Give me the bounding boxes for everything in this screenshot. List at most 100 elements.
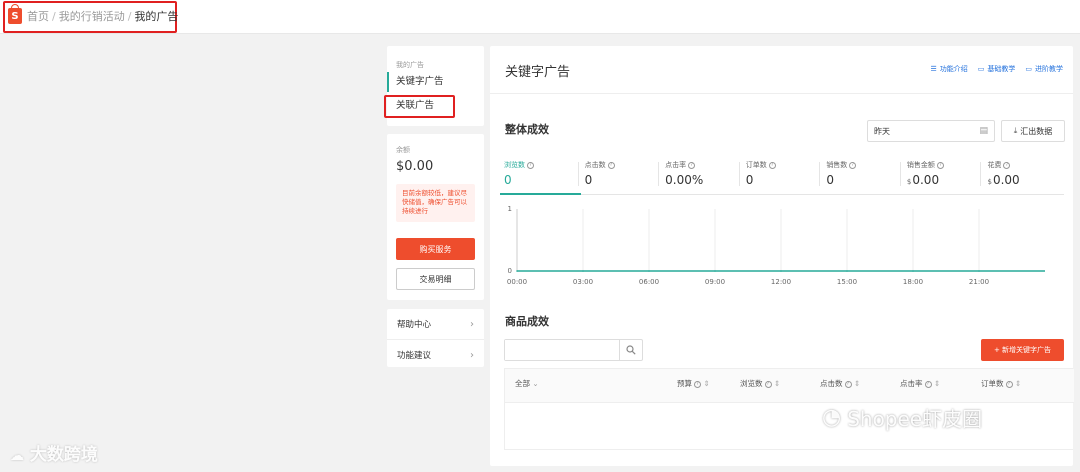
x-tick-label: 15:00 <box>837 278 857 286</box>
balance-amount: $0.00 <box>396 159 434 174</box>
metric-views[interactable]: 浏览数? 0 <box>500 156 581 195</box>
table-header: 全部 ⌄ 预算? ⇕ 浏览数? ⇕ 点击数? ⇕ 点击率? ⇕ 订单数? ⇕ <box>505 369 1074 403</box>
filter-all-dropdown[interactable]: 全部 ⌄ <box>515 378 539 389</box>
advanced-tutorial-link[interactable]: ▭ 进阶教学 <box>1025 64 1063 74</box>
wechat-icon: ◔ <box>822 405 842 430</box>
help-icon: ? <box>688 161 696 169</box>
search-input[interactable] <box>505 340 619 360</box>
x-tick-label: 12:00 <box>771 278 791 286</box>
metric-value: 0.00% <box>665 173 704 187</box>
metric-label: 销售金额 <box>906 161 935 169</box>
help-icon: ? <box>694 380 701 388</box>
data-point <box>516 270 518 272</box>
metric-value: 0 <box>745 173 754 187</box>
crumb-home[interactable]: 首页 <box>27 8 49 24</box>
search-button[interactable] <box>619 340 642 360</box>
shopee-logo-icon[interactable]: S <box>8 4 22 24</box>
metric-sales-amount[interactable]: 销售金额? $0.00 <box>903 156 984 194</box>
balance-card: 余额 $0.00 目前余额较低，建议尽快储值，确保广告可以持续进行 购买服务 交… <box>387 134 484 300</box>
x-tick-label: 00:00 <box>507 278 527 286</box>
data-point <box>714 270 716 272</box>
basic-tutorial-link[interactable]: ▭ 基础教学 <box>978 64 1016 74</box>
help-icon: ? <box>849 161 857 169</box>
help-icon: ? <box>1005 380 1013 388</box>
overall-performance-title: 整体成效 <box>505 123 549 136</box>
top-bar: S 首页 / 我的行销活动 / 我的广告 <box>0 0 1080 34</box>
watermark-logo-icon: ☁ <box>10 448 24 464</box>
metric-value: 0 <box>826 173 834 187</box>
metric-value: 0 <box>504 173 512 187</box>
sort-icon: ⇕ <box>853 379 861 388</box>
currency-symbol: $ <box>987 178 992 186</box>
metric-orders[interactable]: 订单数? 0 <box>742 156 823 194</box>
metric-label: 订单数 <box>745 161 767 169</box>
calendar-icon: ▤ <box>979 126 988 136</box>
column-orders[interactable]: 订单数? ⇕ <box>981 378 1021 389</box>
book-icon: ▭ <box>977 65 985 73</box>
data-point <box>978 270 980 272</box>
help-icon: ? <box>607 161 615 169</box>
feature-intro-link[interactable]: ☰ 功能介绍 <box>930 64 967 74</box>
x-tick-label: 18:00 <box>903 278 923 286</box>
buy-service-button[interactable]: 购买服务 <box>396 238 475 260</box>
crumb-my-ads: 我的广告 <box>134 10 179 23</box>
performance-line-chart: 00:00 03:00 06:00 09:00 12:00 15:00 18:00 21:00… <box>507 205 1045 286</box>
metric-clicks[interactable]: 点击数? 0 <box>581 156 662 194</box>
menu-feature-suggestion[interactable]: 功能建议 › <box>387 340 484 370</box>
crumb-separator: / <box>127 9 132 23</box>
video-icon: ▭ <box>1025 65 1032 73</box>
column-ctr[interactable]: 点击率? ⇕ <box>900 378 940 389</box>
x-tick-label: 09:00 <box>705 278 725 286</box>
help-icon: ? <box>936 161 944 169</box>
watermark-left: ☁ 大数跨境 <box>10 445 98 465</box>
metric-label: 销售数 <box>826 161 848 169</box>
metric-ctr[interactable]: 点击率? 0.00% <box>661 156 742 194</box>
product-search <box>504 339 643 361</box>
sort-icon: ⇕ <box>703 379 710 388</box>
metric-sales[interactable]: 销售数? 0 <box>822 156 903 194</box>
sort-icon: ⇕ <box>933 379 941 388</box>
help-icon: ? <box>764 380 772 388</box>
data-point <box>846 270 848 272</box>
metric-spend[interactable]: 花费? $0.00 <box>983 156 1064 194</box>
date-picker[interactable]: 昨天 ▤ <box>867 120 995 142</box>
data-point <box>582 270 584 272</box>
help-menu: 帮助中心 › 功能建议 › <box>387 309 484 367</box>
search-icon <box>626 345 636 355</box>
column-views[interactable]: 浏览数? ⇕ <box>740 378 780 389</box>
download-icon: ⤓ <box>1013 126 1018 135</box>
help-icon: ? <box>844 380 852 388</box>
help-icon: ? <box>768 161 776 169</box>
metric-label: 点击数 <box>584 161 606 169</box>
main-panel: 关键字广告 ☰ 功能介绍 ▭ 基础教学 ▭ 进阶教学 整体成效 昨天 ▤ ⤓ 汇出数据… <box>490 46 1074 466</box>
help-links: ☰ 功能介绍 ▭ 基础教学 ▭ 进阶教学 <box>930 64 1063 74</box>
product-performance-title: 商品成效 <box>505 315 549 328</box>
chevron-right-icon: › <box>470 349 474 361</box>
crumb-marketing[interactable]: 我的行销活动 <box>59 8 125 24</box>
column-clicks[interactable]: 点击数? ⇕ <box>820 378 860 389</box>
sidebar-item-keyword-ads[interactable]: 关键字广告 <box>387 72 484 92</box>
metrics-row: 浏览数? 0 点击数? 0 点击率? 0.00% 订单数? 0 销售数? 0 销售金额? $… <box>500 156 1064 195</box>
y-tick-label: 0 <box>508 267 512 275</box>
metric-label: 点击率 <box>665 161 687 169</box>
related-ads-highlight <box>384 95 455 118</box>
help-icon: ? <box>924 380 932 388</box>
menu-help-center[interactable]: 帮助中心 › <box>387 309 484 339</box>
sort-icon: ⇕ <box>1014 379 1022 388</box>
feature-suggestion-label: 功能建议 <box>397 351 432 361</box>
help-icon: ? <box>1003 161 1011 169</box>
column-budget[interactable]: 预算? ⇕ <box>677 378 710 389</box>
page-title: 关键字广告 <box>505 65 571 80</box>
list-icon: ☰ <box>930 65 937 73</box>
currency-symbol: $ <box>906 178 912 186</box>
add-keyword-ad-button[interactable]: + 新增关键字广告 <box>981 339 1064 361</box>
export-label: 汇出数据 <box>1020 126 1053 136</box>
export-data-button[interactable]: ⤓ 汇出数据 <box>1001 120 1065 142</box>
sort-icon: ⇕ <box>773 379 781 388</box>
transaction-detail-button[interactable]: 交易明细 <box>396 268 475 290</box>
data-point <box>912 270 914 272</box>
watermark-right: ◔ Shopee虾皮圈 <box>822 405 983 431</box>
metric-label: 花费 <box>987 161 1002 169</box>
sidebar-section-title: 我的广告 <box>396 61 424 69</box>
crumb-separator: / <box>52 9 56 23</box>
